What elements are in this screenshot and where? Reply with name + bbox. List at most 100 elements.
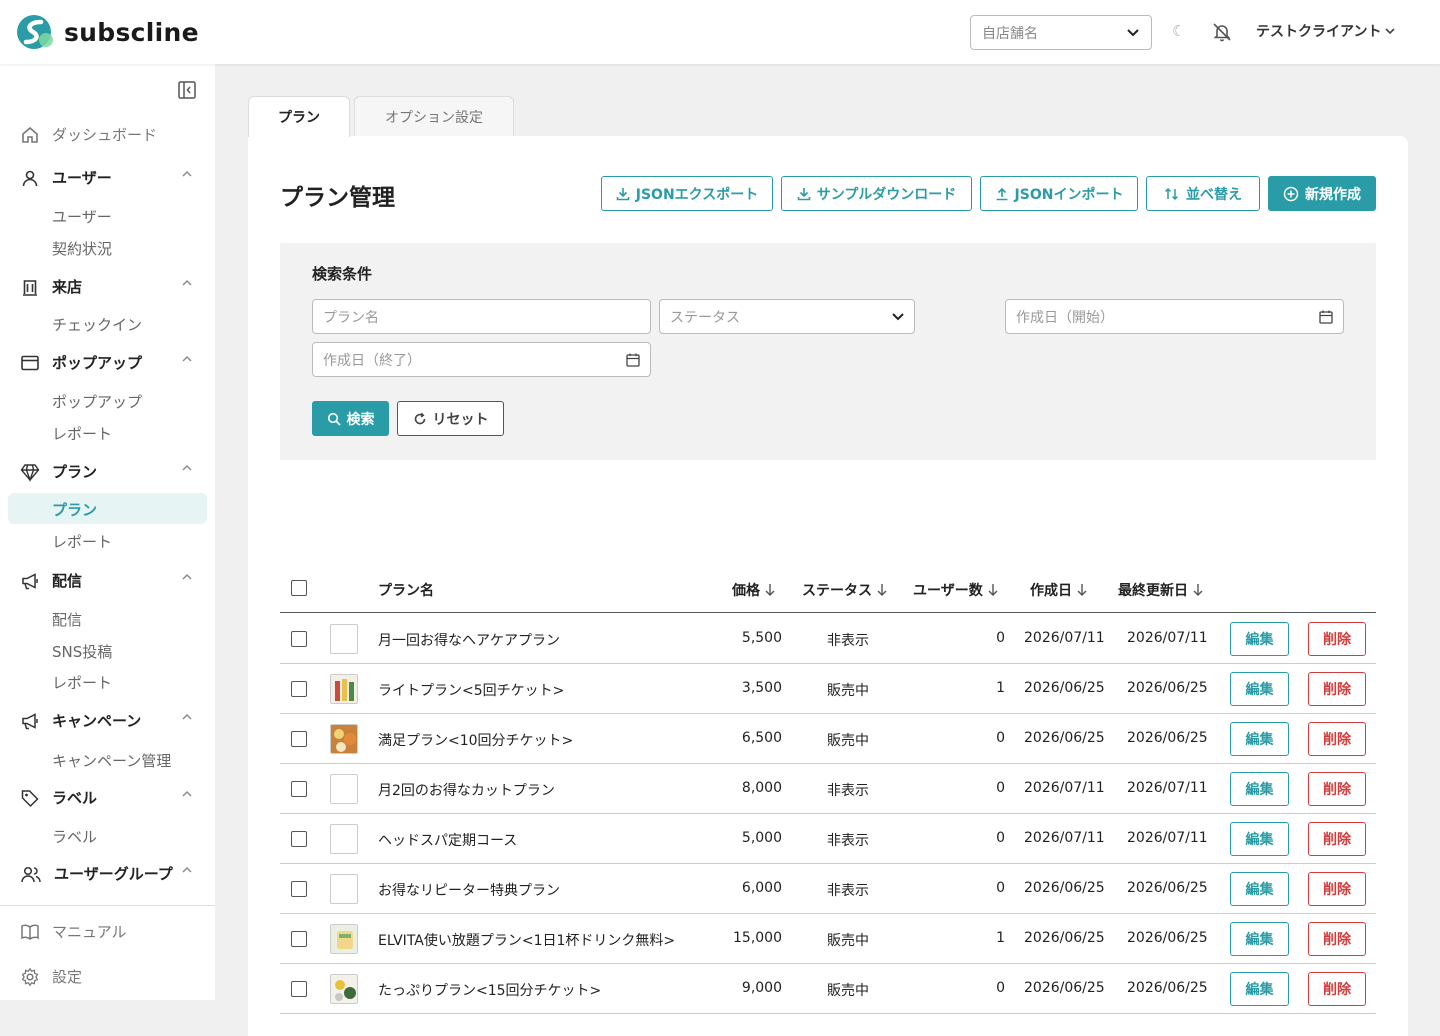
cell-created: 2026/06/25 bbox=[1024, 680, 1105, 696]
col-header-label: 価格 bbox=[732, 583, 760, 599]
row-checkbox[interactable] bbox=[291, 781, 307, 797]
edit-button[interactable]: 編集 bbox=[1230, 922, 1289, 956]
sidebar-item-visits[interactable]: 来店 bbox=[20, 276, 192, 297]
edit-button[interactable]: 編集 bbox=[1230, 772, 1289, 806]
sidebar-subitem-popup-report[interactable]: レポート bbox=[52, 423, 112, 444]
cell-price: 5,000 bbox=[741, 830, 782, 846]
sidebar-item-campaign[interactable]: キャンペーン bbox=[20, 710, 192, 731]
sidebar-subitem-delivery-report[interactable]: レポート bbox=[52, 672, 112, 693]
sidebar-subitem-checkin[interactable]: チェックイン bbox=[52, 314, 142, 335]
delete-button[interactable]: 削除 bbox=[1308, 922, 1366, 956]
row-checkbox[interactable] bbox=[291, 981, 307, 997]
delete-button[interactable]: 削除 bbox=[1308, 772, 1366, 806]
search-button[interactable]: 検索 bbox=[312, 401, 389, 436]
cell-updated: 2026/07/11 bbox=[1127, 830, 1208, 846]
col-header-updated[interactable]: 最終更新日 bbox=[1118, 580, 1204, 600]
sidebar-subitem-delivery[interactable]: 配信 bbox=[52, 609, 82, 630]
sidebar-subitem-campaign-manage[interactable]: キャンペーン管理 bbox=[52, 750, 171, 771]
row-checkbox[interactable] bbox=[291, 881, 307, 897]
reset-button[interactable]: リセット bbox=[397, 401, 504, 436]
download-icon bbox=[797, 187, 811, 200]
chevron-up-icon bbox=[182, 356, 192, 362]
row-checkbox[interactable] bbox=[291, 931, 307, 947]
cell-status: 販売中 bbox=[827, 933, 869, 949]
table-row: たっぷりプラン<15回分チケット> 9,000 販売中 0 2026/06/25… bbox=[280, 964, 1376, 1014]
sidebar-item-dashboard[interactable]: ダッシュボード bbox=[20, 124, 157, 145]
status-select[interactable]: ステータス bbox=[659, 299, 915, 334]
sidebar-collapse-icon[interactable] bbox=[177, 80, 197, 100]
select-all-checkbox[interactable] bbox=[291, 580, 307, 596]
edit-button[interactable]: 編集 bbox=[1230, 972, 1289, 1006]
chevron-up-icon bbox=[182, 171, 192, 177]
sidebar-subitem-plan-report[interactable]: レポート bbox=[52, 531, 112, 552]
delete-button[interactable]: 削除 bbox=[1308, 872, 1366, 906]
col-header-created[interactable]: 作成日 bbox=[1030, 580, 1088, 600]
home-icon bbox=[22, 126, 38, 143]
created-start-input[interactable]: 作成日（開始） bbox=[1005, 299, 1344, 334]
cell-status: 非表示 bbox=[827, 783, 869, 799]
moon-icon[interactable]: ☾ bbox=[1172, 22, 1185, 40]
sort-button[interactable]: 並べ替え bbox=[1146, 176, 1260, 211]
sidebar-item-user-groups[interactable]: ユーザーグループ bbox=[20, 863, 192, 884]
sidebar-item-popup[interactable]: ポップアップ bbox=[20, 352, 192, 373]
tab-plan[interactable]: プラン bbox=[248, 96, 350, 137]
cell-user-count: 1 bbox=[996, 680, 1005, 696]
arrow-down-icon bbox=[988, 584, 998, 596]
sidebar-item-label: キャンペーン bbox=[52, 712, 142, 730]
user-menu[interactable]: テストクライアント bbox=[1256, 21, 1396, 41]
col-header-price[interactable]: 価格 bbox=[732, 580, 776, 600]
edit-button[interactable]: 編集 bbox=[1230, 672, 1289, 706]
sort-label: 並べ替え bbox=[1186, 186, 1242, 203]
sidebar-item-label[interactable]: ラベル bbox=[20, 787, 192, 808]
edit-button[interactable]: 編集 bbox=[1230, 622, 1289, 656]
store-select[interactable]: 自店舗名 bbox=[970, 15, 1152, 50]
create-button[interactable]: 新規作成 bbox=[1268, 176, 1376, 211]
tab-option-settings[interactable]: オプション設定 bbox=[354, 96, 514, 136]
sidebar-item-manual[interactable]: マニュアル bbox=[20, 921, 127, 942]
sidebar-subitem-plan[interactable]: プラン bbox=[52, 499, 97, 520]
sidebar-item-delivery[interactable]: 配信 bbox=[20, 570, 192, 591]
row-checkbox[interactable] bbox=[291, 731, 307, 747]
created-end-input[interactable]: 作成日（終了） bbox=[312, 342, 651, 377]
delete-button[interactable]: 削除 bbox=[1308, 622, 1366, 656]
col-header-label: プラン名 bbox=[378, 583, 434, 599]
sidebar-item-plan[interactable]: プラン bbox=[20, 461, 192, 482]
sample-download-button[interactable]: サンプルダウンロード bbox=[781, 176, 972, 211]
row-checkbox[interactable] bbox=[291, 681, 307, 697]
logo[interactable]: subscline bbox=[16, 14, 199, 50]
plan-thumbnail bbox=[330, 724, 358, 754]
sidebar-item-users[interactable]: ユーザー bbox=[20, 167, 192, 188]
edit-button[interactable]: 編集 bbox=[1230, 722, 1289, 756]
plan-name-input[interactable]: プラン名 bbox=[312, 299, 651, 334]
col-header-status[interactable]: ステータス bbox=[802, 580, 888, 600]
json-export-label: JSONエクスポート bbox=[635, 186, 759, 203]
chevron-down-icon bbox=[1127, 28, 1139, 36]
cell-user-count: 0 bbox=[996, 730, 1005, 746]
sidebar-subitem-sns[interactable]: SNS投稿 bbox=[52, 641, 112, 662]
sidebar-item-settings[interactable]: 設定 bbox=[20, 966, 82, 987]
plan-thumbnail bbox=[330, 674, 358, 704]
delete-button[interactable]: 削除 bbox=[1308, 672, 1366, 706]
sidebar-subitem-users[interactable]: ユーザー bbox=[52, 206, 112, 227]
edit-button[interactable]: 編集 bbox=[1230, 822, 1289, 856]
json-export-button[interactable]: JSONエクスポート bbox=[601, 176, 773, 211]
sidebar-subitem-popup[interactable]: ポップアップ bbox=[52, 391, 142, 412]
gear-icon bbox=[21, 967, 39, 986]
main-card: プラン管理 JSONエクスポート サンプルダウンロード JSONインポート 並べ… bbox=[248, 136, 1408, 1036]
logo-icon bbox=[17, 15, 53, 49]
delete-button[interactable]: 削除 bbox=[1308, 722, 1366, 756]
row-checkbox[interactable] bbox=[291, 631, 307, 647]
row-checkbox[interactable] bbox=[291, 831, 307, 847]
delete-button[interactable]: 削除 bbox=[1308, 822, 1366, 856]
delete-button[interactable]: 削除 bbox=[1308, 972, 1366, 1006]
sidebar-subitem-label[interactable]: ラベル bbox=[52, 826, 97, 847]
col-header-users[interactable]: ユーザー数 bbox=[913, 580, 999, 600]
sidebar-item-label: 配信 bbox=[52, 572, 83, 590]
json-import-button[interactable]: JSONインポート bbox=[980, 176, 1138, 211]
edit-button[interactable]: 編集 bbox=[1230, 872, 1289, 906]
sort-icon bbox=[1164, 187, 1179, 200]
notification-off-icon[interactable] bbox=[1212, 22, 1232, 42]
sidebar-subitem-contracts[interactable]: 契約状況 bbox=[52, 238, 112, 259]
refresh-icon bbox=[414, 412, 425, 424]
chevron-down-icon bbox=[892, 312, 904, 320]
